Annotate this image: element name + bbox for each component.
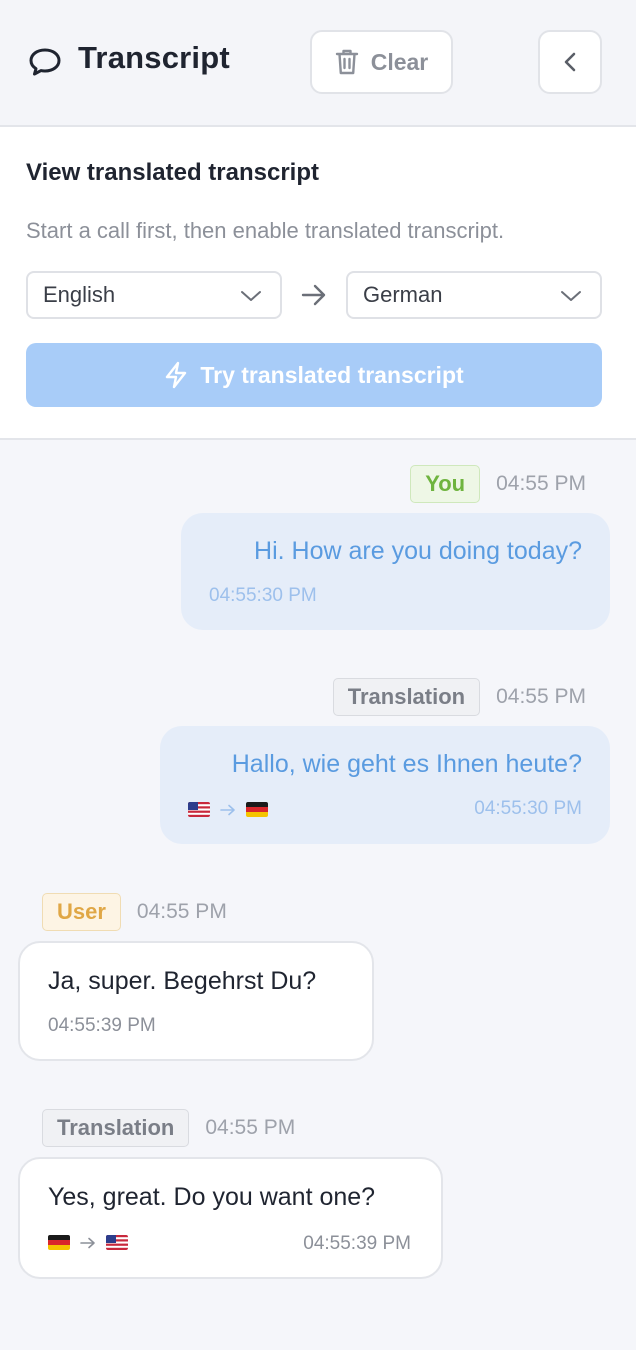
message-meta: Translation 04:55 PM [42,1109,295,1147]
message-text: Yes, great. Do you want one? [48,1183,376,1211]
source-language-select[interactable]: English [26,271,282,319]
de-flag-icon [48,1235,70,1250]
arrow-right-icon [220,804,235,815]
message-timestamp: 04:55:39 PM [303,1233,411,1254]
translate-heading: View translated transcript [26,159,319,186]
message-text: Hallo, wie geht es Ihnen heute? [231,750,582,778]
try-translated-transcript-button[interactable]: Try translated transcript [26,343,602,407]
speaker-badge-you: You [410,465,481,503]
chevron-down-icon [241,291,261,301]
message-timestamp: 04:55:30 PM [209,585,317,606]
translate-hint: Start a call first, then enable translat… [26,218,505,243]
language-flags [188,802,268,817]
trash-icon [335,49,358,75]
speaker-badge-translation: Translation [332,678,481,716]
message-time: 04:55 PM [496,685,586,708]
chat-bubble-icon [29,48,61,76]
message-timestamp: 04:55:30 PM [474,798,582,819]
lightning-icon [166,361,187,389]
arrow-right-icon [80,1237,95,1248]
target-language-value: German [363,282,443,307]
target-language-select[interactable]: German [346,271,602,319]
message-bubble: Ja, super. Begehrst Du? 04:55:39 PM [18,941,374,1061]
translate-section: View translated transcript Start a call … [0,127,636,440]
chevron-left-icon [564,52,576,72]
page-title: Transcript [78,40,230,75]
arrow-right-icon [301,284,326,306]
message-text: Hi. How are you doing today? [254,537,582,565]
language-flags [48,1235,128,1250]
message-bubble: Yes, great. Do you want one? 04:55:39 PM [18,1157,443,1279]
speaker-badge-translation: Translation [42,1109,190,1147]
message-meta: User 04:55 PM [42,893,227,931]
us-flag-icon [188,802,210,817]
us-flag-icon [106,1235,128,1250]
message-text: Ja, super. Begehrst Du? [48,967,317,995]
clear-button[interactable]: Clear [310,30,453,94]
speaker-badge-user: User [42,893,121,931]
message-bubble: Hi. How are you doing today? 04:55:30 PM [181,513,610,630]
collapse-button[interactable] [538,30,602,94]
clear-button-label: Clear [370,48,429,75]
de-flag-icon [246,802,268,817]
message-meta: Translation 04:55 PM [332,678,586,716]
message-meta: You 04:55 PM [410,465,586,503]
message-time: 04:55 PM [136,900,227,923]
message-timestamp: 04:55:39 PM [48,1015,156,1036]
try-button-label: Try translated transcript [200,361,464,388]
chevron-down-icon [561,291,581,301]
message-bubble: Hallo, wie geht es Ihnen heute? 04:55:30… [160,726,610,844]
source-language-value: English [43,282,116,307]
transcript-header: Transcript Clear [0,0,636,127]
message-time: 04:55 PM [496,472,586,495]
message-time: 04:55 PM [205,1116,296,1139]
transcript-panel: Transcript Clear View translated transcr… [0,0,636,1350]
